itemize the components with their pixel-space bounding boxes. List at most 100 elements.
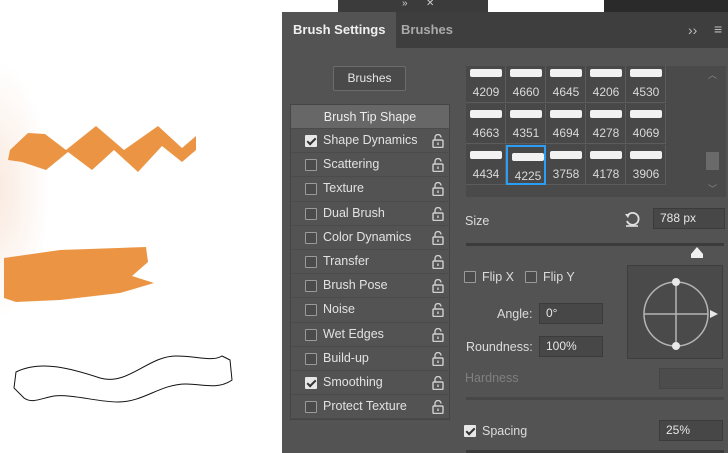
option-checkbox[interactable] (305, 255, 317, 268)
straight-brush-stroke (4, 247, 154, 302)
brush-preset-tile[interactable]: 4178 (586, 145, 626, 185)
reset-size-icon[interactable] (624, 211, 640, 227)
option-checkbox[interactable] (305, 352, 317, 365)
lock-icon[interactable] (432, 399, 444, 415)
brush-preset-tile[interactable]: 4530 (626, 66, 666, 103)
tab-bar: Brush Settings Brushes ›› ≡ (282, 12, 728, 48)
option-row[interactable]: Smoothing (291, 371, 449, 396)
option-checkbox[interactable] (305, 207, 317, 220)
option-label: Protect Texture (323, 399, 407, 414)
lock-icon[interactable] (432, 327, 444, 342)
wave-brush-outline (13, 355, 233, 403)
brush-preset-tile[interactable]: 4663 (466, 104, 506, 144)
spacing-label: Spacing (482, 424, 528, 438)
close-icon[interactable]: ✕ (426, 0, 434, 9)
option-brush-tip-shape[interactable]: Brush Tip Shape (291, 105, 449, 129)
double-chevron-right-icon[interactable]: ›› (688, 22, 697, 38)
brush-preset-number: 4178 (592, 167, 620, 181)
tab-brush-settings[interactable]: Brush Settings (282, 12, 397, 48)
lock-icon[interactable] (432, 230, 444, 245)
option-row[interactable]: Protect Texture (291, 395, 449, 420)
option-row[interactable]: Color Dynamics (291, 226, 449, 250)
tab-brushes[interactable]: Brushes (390, 12, 464, 48)
size-slider-handle[interactable] (691, 247, 703, 258)
brushes-button[interactable]: Brushes (333, 66, 406, 91)
brush-preset-tile[interactable]: 4645 (546, 66, 586, 103)
size-label: Size (465, 214, 490, 228)
angle-field[interactable]: 0° (539, 303, 603, 324)
option-checkbox[interactable] (305, 183, 317, 196)
option-checkbox[interactable] (305, 376, 317, 389)
option-checkbox[interactable] (305, 231, 317, 244)
hardness-label: Hardness (465, 371, 519, 385)
brush-preset-number: 4663 (472, 126, 500, 140)
scroll-up-icon[interactable]: ︿ (708, 68, 717, 81)
option-row[interactable]: Build-up (291, 347, 449, 371)
zigzag-brush-stroke (8, 126, 196, 172)
brush-preset-tile[interactable]: 4209 (466, 66, 506, 103)
option-row[interactable]: Dual Brush (291, 202, 449, 226)
brush-preset-tile[interactable]: 4225 (506, 145, 546, 185)
option-row[interactable]: Scattering (291, 153, 449, 178)
lock-icon[interactable] (432, 254, 444, 270)
lock-icon[interactable] (432, 303, 444, 318)
preset-scrollbar[interactable]: ︿ ﹀ (706, 66, 726, 197)
option-row[interactable]: Texture (291, 177, 449, 202)
lock-icon[interactable] (432, 133, 444, 149)
flip-x-checkbox[interactable] (464, 271, 476, 283)
size-field[interactable]: 788 px (653, 208, 725, 229)
option-checkbox[interactable] (305, 280, 317, 293)
lock-icon[interactable] (432, 279, 444, 294)
lock-icon[interactable] (432, 375, 444, 391)
scrollbar-thumb[interactable] (706, 152, 719, 170)
lock-icon[interactable] (432, 206, 444, 221)
option-checkbox[interactable] (305, 401, 317, 414)
scroll-down-icon[interactable]: ﹀ (708, 182, 717, 195)
lock-icon[interactable] (432, 351, 444, 366)
lock-icon[interactable] (432, 158, 444, 173)
brush-preset-tile[interactable]: 4351 (506, 104, 546, 144)
brush-preset-number: 4660 (512, 85, 540, 99)
option-row[interactable]: Brush Pose (291, 274, 449, 299)
roundness-field[interactable]: 100% (539, 336, 603, 357)
hardness-field (659, 368, 723, 389)
angle-circle-icon[interactable] (628, 266, 724, 360)
spacing-checkbox[interactable] (464, 425, 476, 437)
brush-preset-tile[interactable]: 4660 (506, 66, 546, 103)
angle-roundness-widget[interactable] (627, 265, 723, 359)
brush-stroke-thumbnail (630, 151, 662, 159)
brush-stroke-thumbnail (510, 110, 542, 118)
option-row[interactable]: Noise (291, 298, 449, 323)
brush-preset-number: 4351 (512, 126, 540, 140)
hamburger-menu-icon[interactable]: ≡ (714, 21, 722, 37)
option-label: Noise (323, 302, 355, 317)
lock-icon[interactable] (432, 182, 444, 197)
option-row[interactable]: Wet Edges (291, 323, 449, 347)
brush-stroke-thumbnail (630, 69, 662, 77)
flip-y-checkbox[interactable] (525, 271, 537, 283)
option-checkbox[interactable] (305, 304, 317, 317)
option-label: Dual Brush (323, 205, 385, 220)
collapsed-panel-bar[interactable]: » ✕ (338, 0, 488, 12)
option-checkbox[interactable] (305, 135, 317, 147)
brush-preset-tile[interactable]: 4434 (466, 145, 506, 185)
brush-preset-tile[interactable]: 4278 (586, 104, 626, 144)
brush-preset-tile[interactable]: 3906 (626, 145, 666, 185)
option-checkbox[interactable] (305, 328, 317, 341)
size-slider[interactable] (466, 243, 724, 246)
brush-preset-number: 4434 (472, 167, 500, 181)
brush-preset-tile[interactable]: 4694 (546, 104, 586, 144)
double-chevron-icon[interactable]: » (402, 0, 408, 9)
brush-preset-number: 4694 (552, 126, 580, 140)
option-row[interactable]: Transfer (291, 250, 449, 275)
option-label: Smoothing (323, 374, 383, 389)
brush-preset-tile[interactable]: 3758 (546, 145, 586, 185)
option-label: Transfer (323, 253, 370, 268)
brush-preset-tile[interactable]: 4206 (586, 66, 626, 103)
spacing-field[interactable]: 25% (659, 420, 723, 441)
brush-preset-tile[interactable]: 4069 (626, 104, 666, 144)
option-row[interactable]: Shape Dynamics (291, 129, 449, 154)
brush-stroke-thumbnail (510, 69, 542, 77)
canvas[interactable] (0, 0, 282, 453)
option-checkbox[interactable] (305, 159, 317, 172)
